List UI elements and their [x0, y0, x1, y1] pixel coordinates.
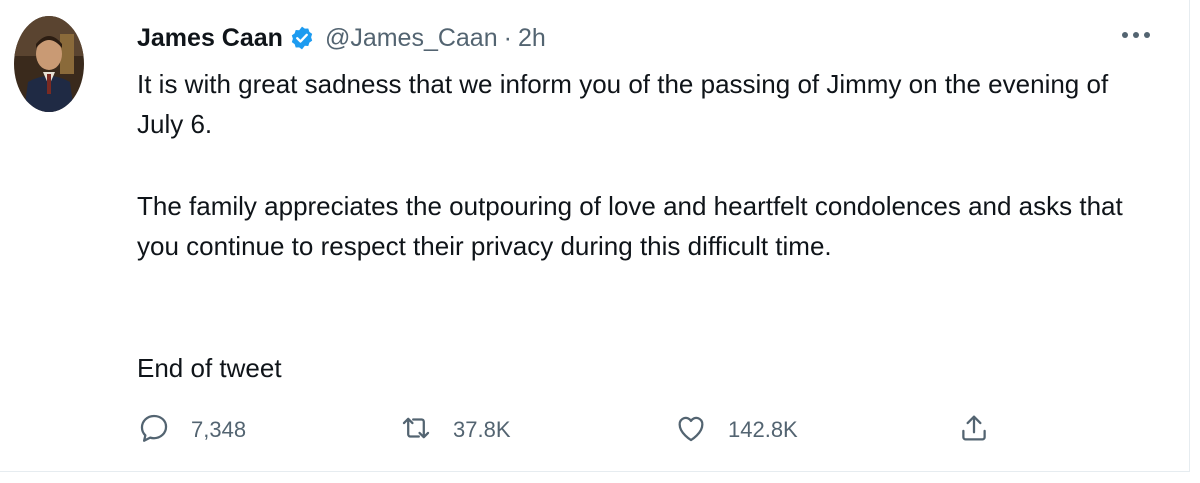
tweet-header: James Caan @James_Caan · 2h	[137, 20, 546, 56]
like-button[interactable]: 142.8K	[674, 410, 798, 450]
author-name[interactable]: James Caan	[137, 24, 283, 53]
verified-badge-icon	[289, 25, 315, 51]
like-count: 142.8K	[728, 417, 798, 442]
heart-icon	[674, 411, 708, 450]
tweet-paragraph-1: It is with great sadness that we inform …	[137, 69, 1109, 139]
reply-button[interactable]: 7,348	[137, 410, 246, 450]
share-icon	[957, 411, 991, 450]
share-button[interactable]	[957, 410, 991, 450]
avatar[interactable]	[14, 16, 84, 112]
reply-icon	[137, 411, 171, 450]
tweet-actions: 7,348 37.8K 142.8K	[137, 410, 1037, 450]
retweet-icon	[399, 411, 433, 450]
tweet-card[interactable]: James Caan @James_Caan · 2h It is with g…	[0, 0, 1190, 472]
header-separator: ·	[503, 23, 512, 52]
reply-count: 7,348	[191, 417, 247, 442]
avatar-photo-icon	[14, 16, 84, 112]
more-options-icon[interactable]	[1119, 22, 1153, 48]
tweet-paragraph-3: End of tweet	[137, 353, 282, 383]
author-handle[interactable]: @James_Caan	[325, 24, 498, 53]
retweet-count: 37.8K	[453, 417, 511, 442]
tweet-timestamp[interactable]: 2h	[518, 24, 546, 53]
tweet-paragraph-2: The family appreciates the outpouring of…	[137, 191, 1123, 261]
retweet-button[interactable]: 37.8K	[399, 410, 511, 450]
